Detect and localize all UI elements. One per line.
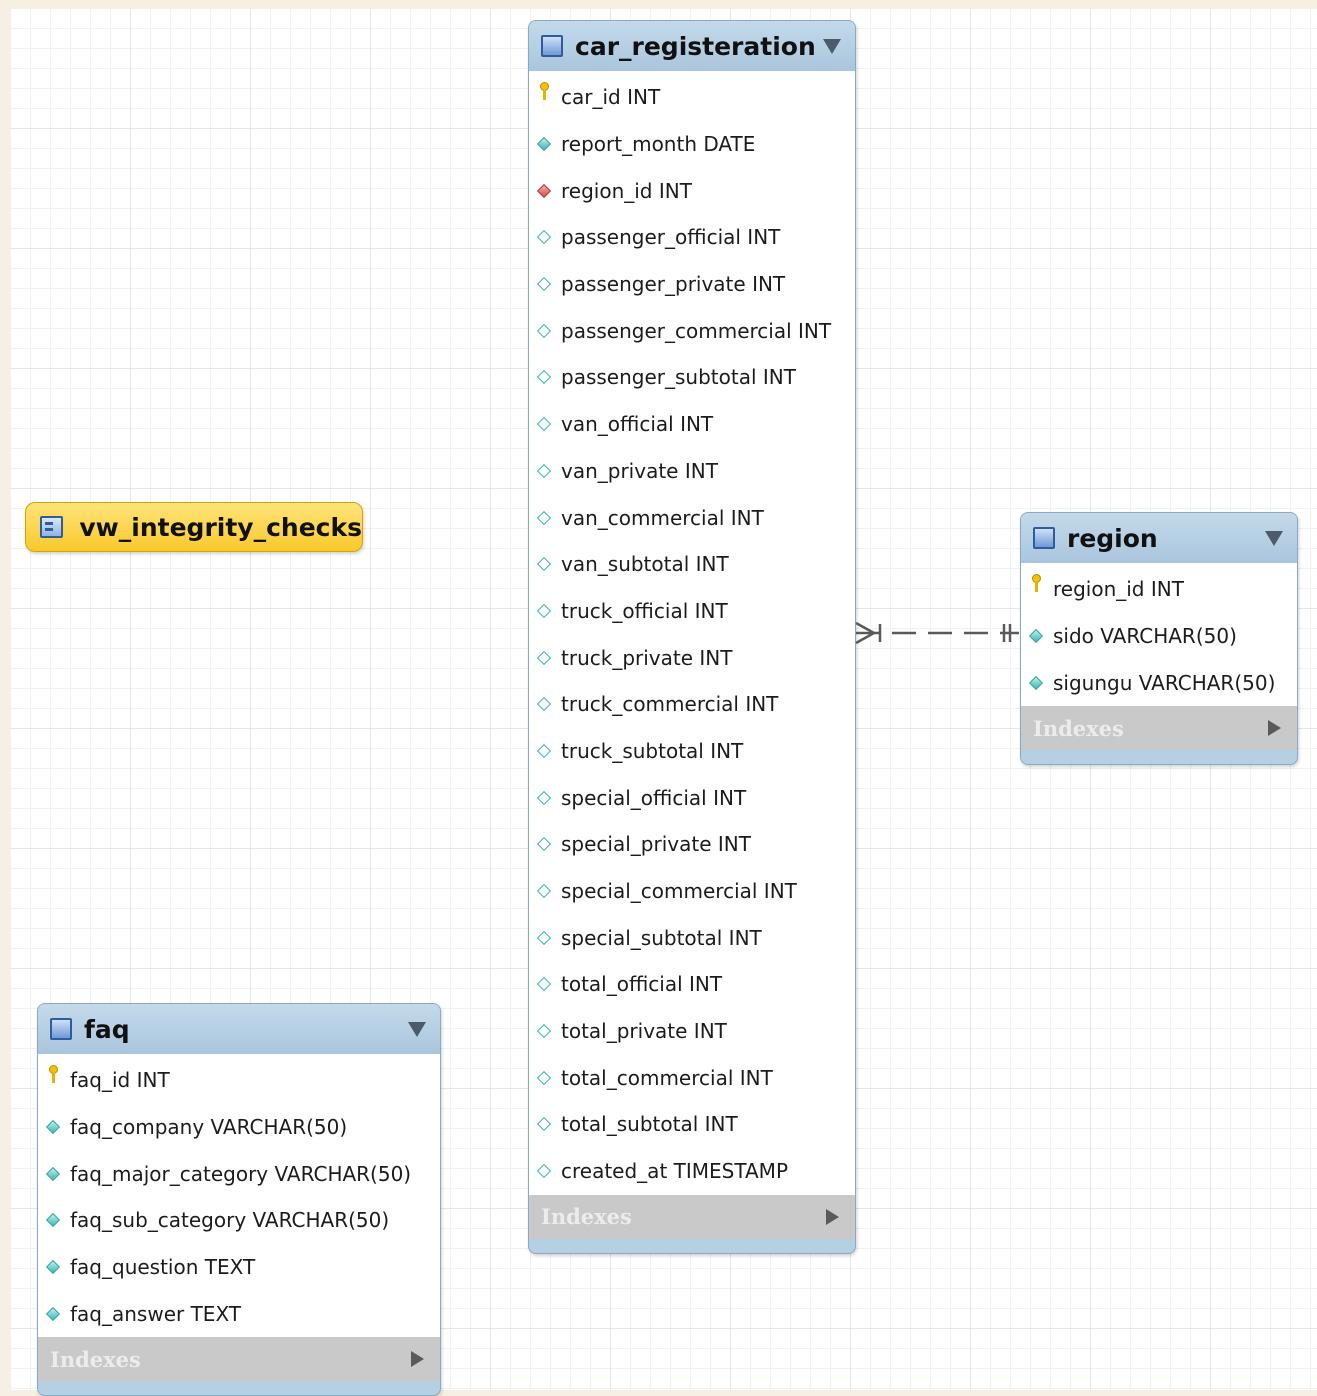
crows-foot-upper (855, 621, 875, 635)
relationship-car-registeration-region[interactable] (0, 0, 1317, 1390)
crows-foot-lower (855, 631, 875, 645)
